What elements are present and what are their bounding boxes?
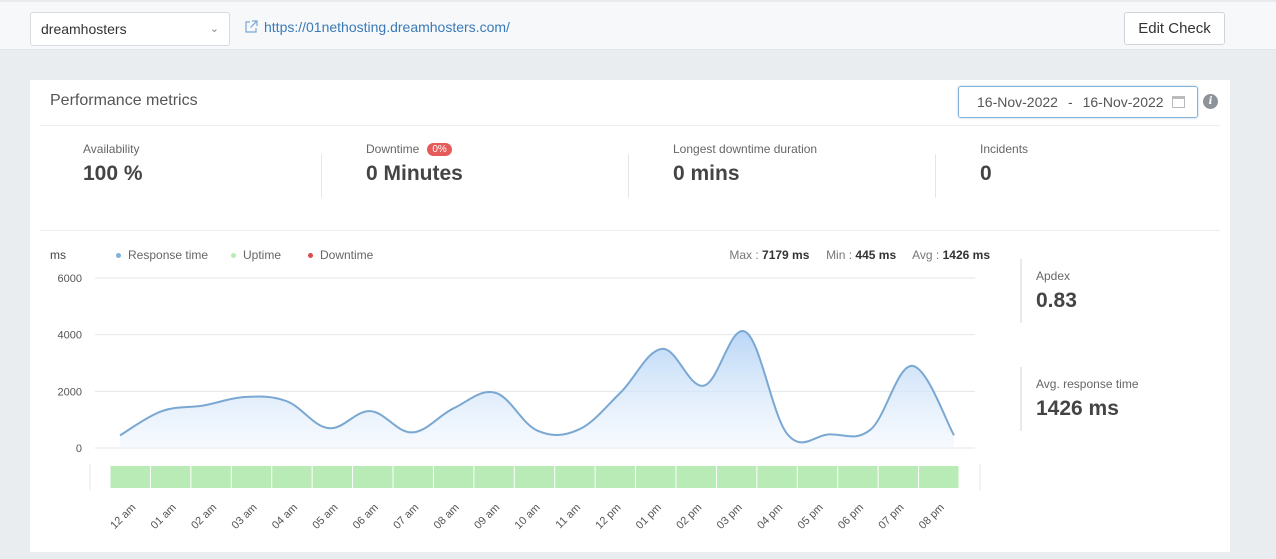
stat-value: 100 % (83, 162, 143, 185)
external-link-icon (245, 20, 258, 33)
stats-row: Availability 100 % Downtime 0% 0 Minutes… (30, 142, 1230, 202)
x-tick-label: 01 pm (634, 502, 664, 532)
x-tick-label: 09 am (472, 502, 502, 532)
stat-value: 0.83 (1036, 289, 1077, 312)
x-tick-label: 03 pm (715, 502, 745, 532)
divider (935, 154, 936, 198)
x-tick-label: 06 pm (836, 502, 866, 532)
x-tick-label: 05 pm (796, 502, 826, 532)
stat-value: 0 mins (673, 162, 740, 185)
uptime-segment[interactable] (393, 466, 433, 488)
y-tick-label: 2000 (58, 386, 82, 398)
top-bar: dreamhosters ⌄ https://01nethosting.drea… (0, 0, 1276, 50)
stat-value: 1426 ms (1036, 397, 1119, 420)
uptime-segment[interactable] (272, 466, 312, 488)
info-icon[interactable]: i (1203, 94, 1218, 109)
stat-incidents: Incidents 0 (980, 142, 1028, 186)
uptime-segment[interactable] (231, 466, 272, 488)
x-tick-label: 10 am (513, 502, 543, 532)
x-tick-label: 01 am (149, 502, 179, 532)
uptime-segment[interactable] (636, 466, 676, 488)
uptime-segment[interactable] (676, 466, 716, 488)
uptime-segment[interactable] (433, 466, 474, 488)
x-tick-label: 05 am (310, 502, 340, 532)
stat-label: Availability (83, 142, 140, 156)
calendar-icon (1172, 96, 1185, 108)
edit-check-button[interactable]: Edit Check (1124, 12, 1225, 45)
avg-response-stat: Avg. response time 1426 ms (1020, 367, 1139, 431)
x-tick-label: 06 am (351, 502, 381, 532)
stat-value: 0 Minutes (366, 162, 463, 185)
uptime-segment[interactable] (838, 466, 878, 488)
uptime-segment[interactable] (919, 466, 959, 488)
x-tick-label: 04 am (270, 502, 300, 532)
downtime-badge: 0% (427, 142, 452, 156)
uptime-segment[interactable] (312, 466, 353, 488)
uptime-segment[interactable] (716, 466, 757, 488)
card-title: Performance metrics (50, 92, 198, 109)
stat-label: Apdex (1036, 269, 1071, 283)
uptime-segment[interactable] (474, 466, 514, 488)
x-tick-label: 04 pm (755, 502, 785, 532)
uptime-segment[interactable] (595, 466, 636, 488)
date-range-picker[interactable]: 16-Nov-2022 - 16-Nov-2022 (958, 86, 1198, 118)
x-tick-label: 07 pm (876, 502, 906, 532)
stat-downtime: Downtime 0% 0 Minutes (366, 142, 463, 186)
uptime-segment[interactable] (514, 466, 555, 488)
x-tick-label: 08 pm (917, 502, 947, 532)
chevron-down-icon: ⌄ (209, 23, 219, 35)
x-tick-label: 08 am (432, 502, 462, 532)
date-from: 16-Nov-2022 (977, 94, 1058, 110)
x-tick-label: 02 am (189, 502, 219, 532)
uptime-segment[interactable] (797, 466, 838, 488)
stat-label: Longest downtime duration (673, 142, 818, 156)
uptime-segment[interactable] (757, 466, 797, 488)
stat-value: 0 (980, 162, 992, 185)
apdex-stat: Apdex 0.83 (1020, 259, 1077, 323)
divider (628, 154, 629, 198)
stat-longest-downtime: Longest downtime duration 0 mins (673, 142, 817, 186)
date-separator: - (1067, 94, 1073, 110)
x-tick-label: 12 am (108, 502, 138, 532)
x-tick-label: 07 am (391, 502, 421, 532)
stat-label: Incidents (980, 142, 1029, 156)
performance-metrics-card: Performance metrics 16-Nov-2022 - 16-Nov… (30, 80, 1230, 552)
uptime-segment[interactable] (878, 466, 919, 488)
stat-availability: Availability 100 % (83, 142, 143, 186)
stat-label: Downtime (366, 142, 420, 156)
date-to: 16-Nov-2022 (1082, 94, 1164, 110)
response-time-chart: 0 2000 4000 6000 12 am 01 am 02 am 03 am 04 am 0… (58, 273, 981, 532)
uptime-segment[interactable] (353, 466, 393, 488)
divider (321, 154, 322, 198)
stat-label: Avg. response time (1036, 377, 1139, 391)
uptime-segment[interactable] (555, 466, 595, 488)
uptime-segment[interactable] (110, 466, 150, 488)
divider (40, 125, 1220, 126)
y-tick-label: 4000 (58, 330, 82, 342)
uptime-segment[interactable] (191, 466, 231, 488)
uptime-segment[interactable] (150, 466, 191, 488)
x-tick-label: 02 pm (674, 502, 704, 532)
y-tick-label: 6000 (58, 273, 82, 285)
site-url-link[interactable]: https://01nethosting.dreamhosters.com/ (244, 19, 510, 35)
x-tick-label: 11 am (554, 502, 584, 532)
x-tick-label: 12 pm (593, 502, 623, 532)
site-url-text: https://01nethosting.dreamhosters.com/ (264, 19, 510, 35)
site-select[interactable]: dreamhosters ⌄ (30, 12, 230, 46)
site-select-value: dreamhosters (41, 21, 127, 37)
x-tick-label: 03 am (230, 502, 260, 532)
stat-label-row: Downtime 0% (366, 142, 463, 156)
y-tick-label: 0 (76, 443, 82, 455)
